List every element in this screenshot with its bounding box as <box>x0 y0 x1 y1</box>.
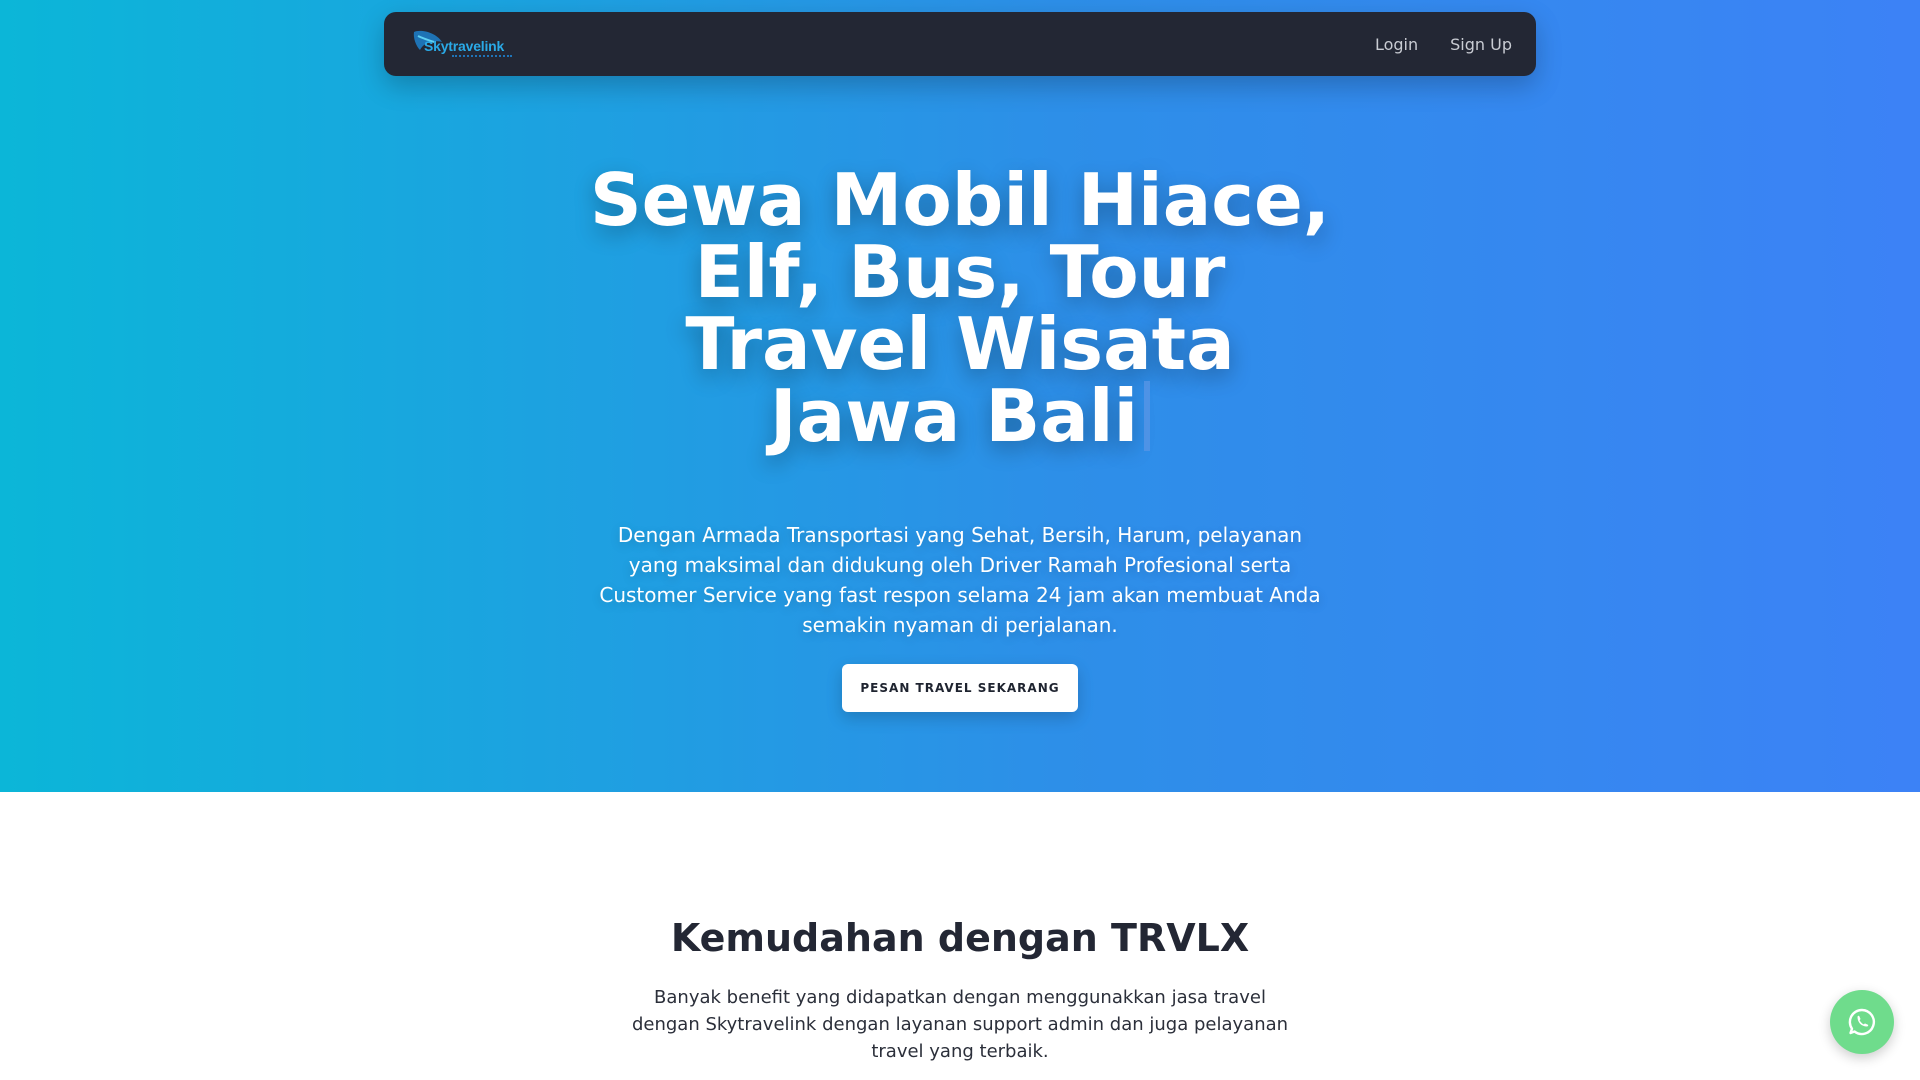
whatsapp-icon <box>1848 1008 1875 1036</box>
hero-title-line: Jawa Bali <box>769 374 1139 458</box>
navbar: Skytravelink Login Sign Up <box>384 12 1536 76</box>
brand-tagline-dots <box>452 55 512 57</box>
whatsapp-button[interactable] <box>1830 990 1894 1054</box>
hero-title: Sewa Mobil Hiace, Elf, Bus, Tour Travel … <box>560 164 1360 452</box>
brand-logo[interactable]: Skytravelink <box>412 26 532 66</box>
features-description: Banyak benefit yang didapatkan dengan me… <box>631 987 1289 1062</box>
nav-links: Login Sign Up <box>1375 12 1512 76</box>
hero-description: Dengan Armada Transportasi yang Sehat, B… <box>599 523 1321 637</box>
brand-name: Skytravelink <box>424 38 505 54</box>
signup-link[interactable]: Sign Up <box>1450 35 1512 54</box>
features-title: Kemudahan dengan TRVLX <box>670 916 1250 960</box>
hero-section: Skytravelink Login Sign Up Sewa Mobil Hi… <box>0 0 1920 792</box>
typing-caret <box>1144 381 1151 451</box>
book-travel-button[interactable]: PESAN TRAVEL SEKARANG <box>842 664 1078 712</box>
login-link[interactable]: Login <box>1375 35 1418 54</box>
